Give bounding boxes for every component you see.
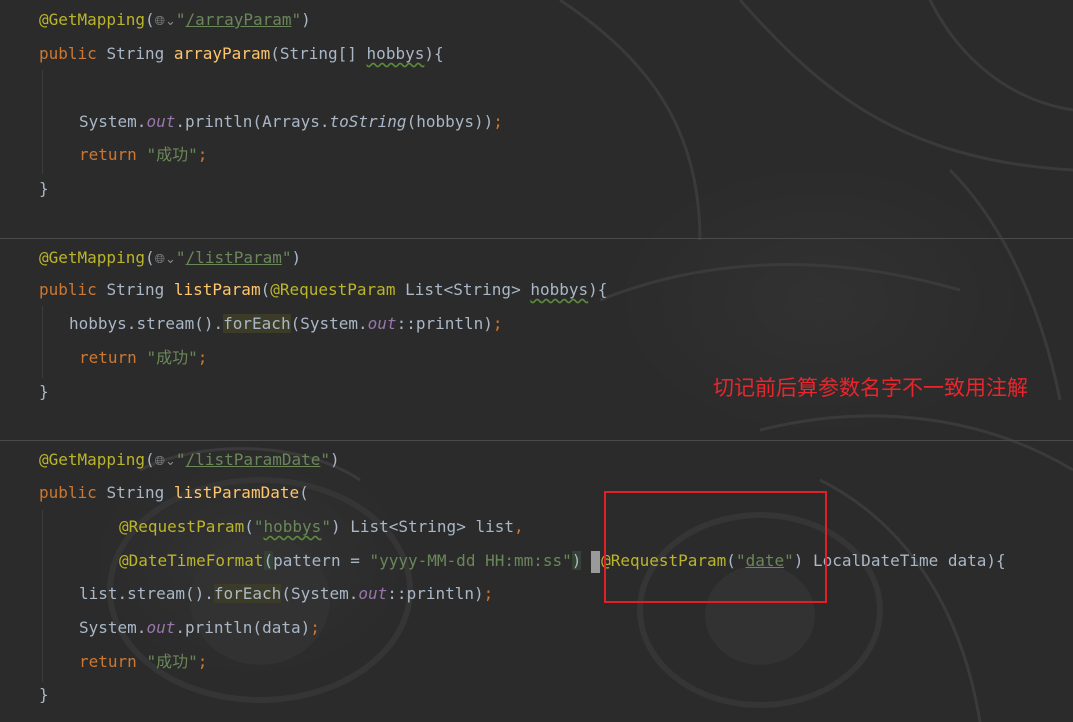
method-name: listParamDate	[173, 483, 300, 502]
code-line[interactable]: return "成功";	[79, 341, 207, 375]
globe-chevron-icon[interactable]: 🌐︎⌄	[155, 252, 176, 267]
code-line[interactable]: return "成功";	[79, 645, 207, 679]
code-line[interactable]: return "成功";	[79, 138, 207, 172]
highlight-box	[604, 491, 827, 603]
indent-guide	[42, 70, 43, 174]
code-line[interactable]: @GetMapping(🌐︎⌄"/listParamDate")	[39, 443, 340, 477]
code-line[interactable]: System.out.println(data);	[79, 611, 320, 645]
code-line[interactable]: @GetMapping(🌐︎⌄"/arrayParam")	[39, 3, 311, 37]
code-line[interactable]: }	[39, 678, 49, 712]
code-line[interactable]: @DateTimeFormat(pattern = "yyyy-MM-dd HH…	[119, 544, 1006, 578]
endpoint-link[interactable]: /listParamDate	[186, 450, 321, 469]
endpoint-link[interactable]: /arrayParam	[186, 10, 292, 29]
method-name: arrayParam	[173, 44, 271, 63]
method-separator	[0, 440, 1073, 441]
annotation: @GetMapping	[39, 10, 145, 29]
code-line[interactable]: public String listParamDate(	[39, 476, 309, 510]
method-separator	[0, 238, 1073, 239]
code-editor[interactable]: @GetMapping(🌐︎⌄"/arrayParam") public Str…	[0, 0, 1073, 722]
globe-chevron-icon[interactable]: 🌐︎⌄	[155, 14, 176, 29]
annotation-note: 切记前后算参数名字不一致用注解	[713, 376, 1028, 400]
indent-guide	[42, 510, 43, 682]
code-line[interactable]: hobbys.stream().forEach(System.out::prin…	[69, 307, 503, 341]
code-line[interactable]: @GetMapping(🌐︎⌄"/listParam")	[39, 241, 301, 275]
endpoint-link[interactable]: /listParam	[186, 248, 282, 267]
text-cursor	[591, 550, 601, 573]
code-line[interactable]: }	[39, 375, 49, 409]
method-name: listParam	[173, 280, 261, 299]
code-line[interactable]: public String listParam(@RequestParam Li…	[39, 273, 607, 307]
code-line[interactable]: System.out.println(Arrays.toString(hobby…	[79, 105, 503, 139]
code-line[interactable]: }	[39, 172, 49, 206]
globe-chevron-icon[interactable]: 🌐︎⌄	[155, 454, 176, 469]
code-line[interactable]: public String arrayParam(String[] hobbys…	[39, 37, 444, 71]
code-line[interactable]: list.stream().forEach(System.out::printl…	[79, 577, 493, 611]
code-line[interactable]: @RequestParam("hobbys") List<String> lis…	[119, 510, 524, 544]
indent-guide	[42, 306, 43, 378]
